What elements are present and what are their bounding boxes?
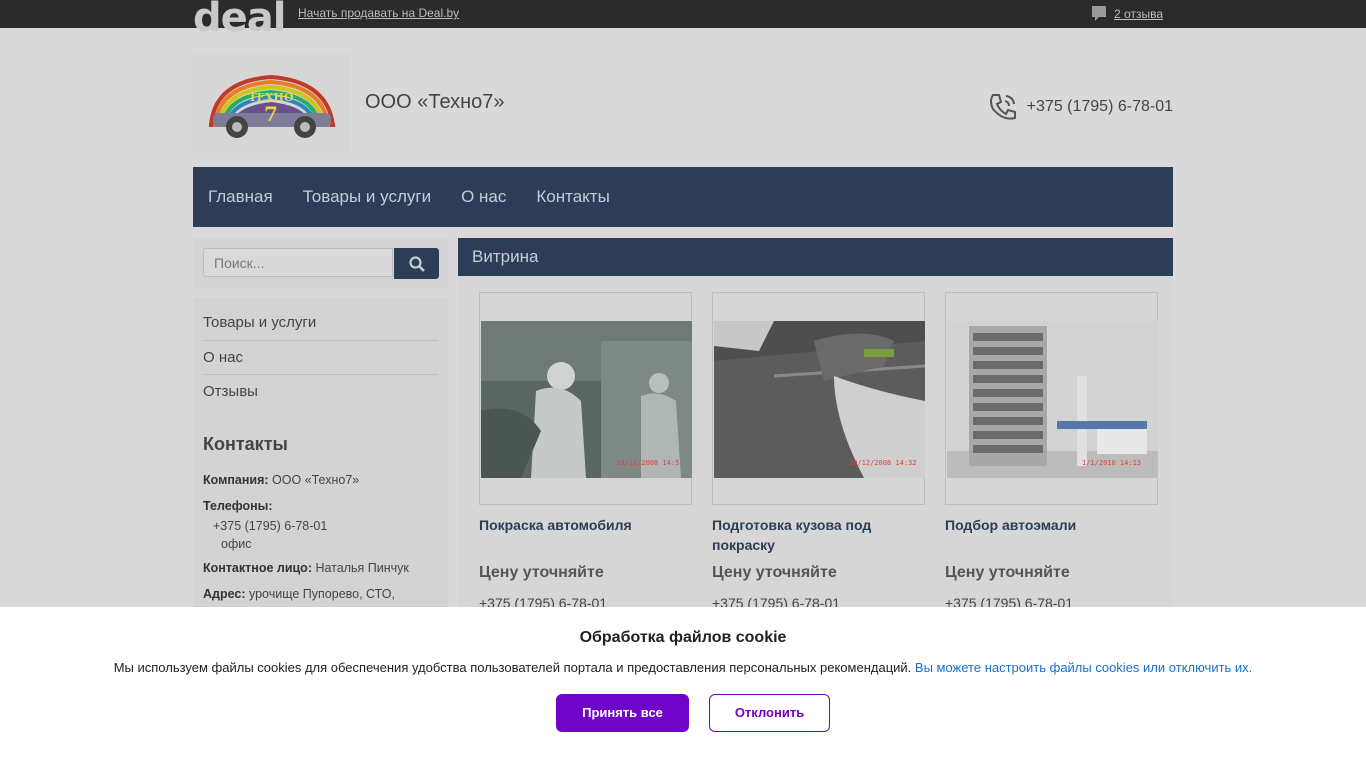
contact-company: Компания: ООО «Техно7» xyxy=(203,473,359,487)
reviews-count: 2 отзыва xyxy=(1114,7,1163,21)
sidebar-item-products[interactable]: Товары и услуги xyxy=(203,314,438,331)
main-nav: Главная Товары и услуги О нас Контакты xyxy=(193,167,1173,227)
header-phone[interactable]: +375 (1795) 6-78-01 xyxy=(987,91,1173,123)
search-panel: Поиск... xyxy=(193,238,448,288)
nav-item-products[interactable]: Товары и услуги xyxy=(303,187,431,207)
cookie-banner: Обработка файлов cookie Мы используем фа… xyxy=(0,607,1366,768)
contact-address-value: урочище Пупорево, СТО, xyxy=(248,587,395,601)
company-logo[interactable]: ТЕХНО 7 xyxy=(193,53,350,152)
contact-company-label: Компания: xyxy=(203,473,269,487)
contacts-title: Контакты xyxy=(203,434,288,454)
logo-number: 7 xyxy=(264,102,278,126)
phone-icon xyxy=(989,94,1016,120)
product-image[interactable]: 19/12/2008 14:32 xyxy=(714,321,925,478)
sidebar-item-reviews[interactable]: Отзывы xyxy=(203,383,438,400)
contact-address-label: Адрес: xyxy=(203,587,246,601)
image-timestamp: 19/12/2008 14:32 xyxy=(849,459,916,467)
search-icon xyxy=(408,255,425,272)
deal-logo[interactable]: deal xyxy=(193,0,286,38)
showcase-title: Витрина xyxy=(458,238,1173,276)
decline-button[interactable]: Отклонить xyxy=(709,694,830,732)
nav-item-home[interactable]: Главная xyxy=(208,187,273,207)
search-button[interactable] xyxy=(394,248,439,279)
top-bar: deal Начать продавать на Deal.by 2 отзыв… xyxy=(0,0,1366,38)
contact-phones-label: Телефоны: xyxy=(203,499,273,513)
product-image-frame[interactable]: 19/12/2008 14:32 xyxy=(712,292,925,505)
divider xyxy=(203,374,438,375)
product-image[interactable]: 19/12/2008 14:5 xyxy=(481,321,692,478)
contact-phone-value[interactable]: +375 (1795) 6-78-01 xyxy=(213,519,327,533)
product-image-frame[interactable]: 1/1/2010 14:13 xyxy=(945,292,1158,505)
product-title[interactable]: Подбор автоэмали xyxy=(945,515,1158,535)
cookie-title: Обработка файлов cookie xyxy=(579,629,787,646)
product-title[interactable]: Подготовка кузова под покраску xyxy=(712,515,925,555)
contact-person-value: Наталья Пинчук xyxy=(315,561,409,575)
product-title[interactable]: Покраска автомобиля xyxy=(479,515,692,535)
cookie-text: Мы используем файлы cookies для обеспече… xyxy=(0,660,1366,675)
nav-item-contacts[interactable]: Контакты xyxy=(536,187,609,207)
divider xyxy=(203,340,438,341)
product-price: Цену уточняйте xyxy=(479,564,604,581)
nav-item-about[interactable]: О нас xyxy=(461,187,506,207)
company-name: ООО «Техно7» xyxy=(365,91,505,113)
product-price: Цену уточняйте xyxy=(712,564,837,581)
header-phone-number: +375 (1795) 6-78-01 xyxy=(1026,98,1173,115)
contact-company-value: ООО «Техно7» xyxy=(272,473,360,487)
contact-phone-note: офис xyxy=(221,537,252,551)
accept-all-button[interactable]: Принять все xyxy=(556,694,689,732)
product-price: Цену уточняйте xyxy=(945,564,1070,581)
image-timestamp: 1/1/2010 14:13 xyxy=(1082,459,1141,467)
product-image[interactable]: 1/1/2010 14:13 xyxy=(947,321,1158,478)
cookie-description: Мы используем файлы cookies для обеспече… xyxy=(113,660,912,675)
image-timestamp: 19/12/2008 14:5 xyxy=(616,459,679,467)
cookie-settings-link[interactable]: Вы можете настроить файлы cookies или от… xyxy=(915,660,1252,675)
search-input[interactable]: Поиск... xyxy=(203,248,393,277)
contact-person: Контактное лицо: Наталья Пинчук xyxy=(203,561,409,575)
product-image-frame[interactable]: 19/12/2008 14:5 xyxy=(479,292,692,505)
start-selling-link[interactable]: Начать продавать на Deal.by xyxy=(298,6,459,20)
contact-person-label: Контактное лицо: xyxy=(203,561,312,575)
reviews-link[interactable]: 2 отзыва xyxy=(1092,6,1163,22)
speech-bubble-icon xyxy=(1092,6,1107,21)
contact-address: Адрес: урочище Пупорево, СТО, xyxy=(203,587,395,601)
site-header: ТЕХНО 7 ООО «Техно7» +375 (1795) 6-78-01 xyxy=(193,53,1173,153)
sidebar-item-about[interactable]: О нас xyxy=(203,349,438,366)
